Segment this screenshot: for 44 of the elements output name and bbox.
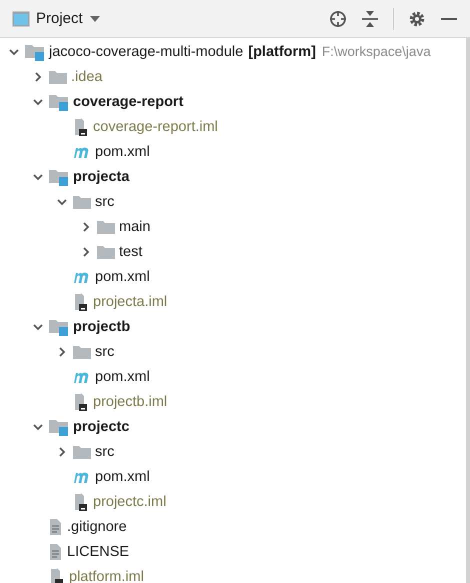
folder-icon	[72, 344, 92, 360]
module-folder-icon	[48, 318, 70, 336]
tree-item[interactable]: coverage-report.iml	[93, 118, 218, 134]
module-file-icon	[72, 492, 90, 512]
text-file-icon	[48, 542, 64, 562]
tree-item[interactable]: projectb.iml	[93, 394, 168, 410]
module-path: F:\workspace\java	[322, 44, 431, 59]
tree-item[interactable]: projectc	[73, 418, 130, 434]
tree-item[interactable]: projectb	[73, 318, 130, 334]
tree-item[interactable]: coverage-report	[73, 94, 184, 110]
tree-item[interactable]: projecta	[73, 168, 130, 184]
module-file-icon	[72, 292, 90, 312]
tree-item[interactable]: pom.xml	[95, 468, 150, 484]
folder-icon	[72, 194, 92, 210]
module-tag: [platform]	[248, 44, 316, 60]
tree-item[interactable]: .gitignore	[67, 518, 127, 534]
dropdown-caret-icon[interactable]	[88, 14, 101, 22]
tree-item[interactable]: jacoco-coverage-multi-module	[49, 44, 244, 60]
tree-item[interactable]: src	[95, 444, 114, 460]
tree-item[interactable]: src	[95, 194, 114, 210]
module-file-icon	[72, 392, 90, 412]
tree-item[interactable]: test	[119, 244, 142, 260]
folder-icon	[72, 444, 92, 460]
window-icon	[12, 10, 30, 26]
tree-item[interactable]: pom.xml	[95, 144, 150, 160]
text-file-icon	[48, 516, 64, 536]
module-folder-icon	[48, 168, 70, 186]
panel-title[interactable]: Project	[36, 10, 83, 27]
module-folder-icon	[48, 418, 70, 436]
folder-icon	[48, 68, 68, 84]
tree-item[interactable]: src	[95, 344, 114, 360]
tree-item[interactable]: LICENSE	[67, 544, 130, 560]
module-file-icon	[72, 116, 90, 136]
folder-icon	[96, 244, 116, 260]
tree-item[interactable]: pom.xml	[95, 368, 150, 384]
folder-icon	[96, 218, 116, 234]
tree-item[interactable]: pom.xml	[95, 268, 150, 284]
module-file-icon	[48, 566, 66, 583]
tree-item[interactable]: projecta.iml	[93, 294, 168, 310]
module-folder-icon	[24, 42, 46, 60]
module-folder-icon	[48, 92, 70, 110]
tree-item[interactable]: main	[119, 218, 150, 234]
tree-item[interactable]: projectc.iml	[93, 494, 166, 510]
tree-item[interactable]: .idea	[71, 68, 102, 84]
